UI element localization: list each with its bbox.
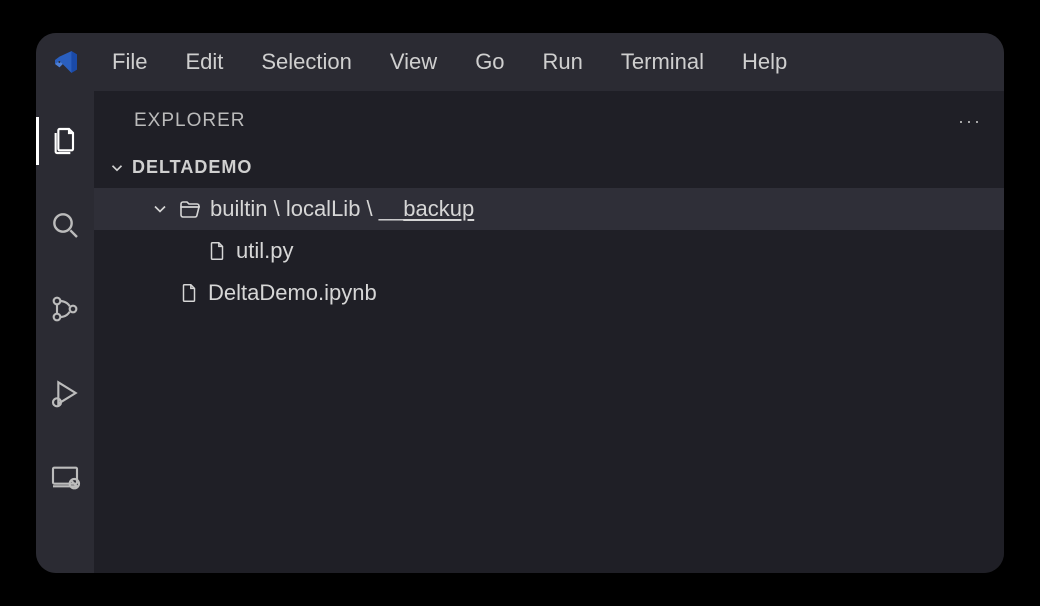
explorer-more-button[interactable]: ··· (958, 111, 982, 132)
menu-view[interactable]: View (374, 43, 453, 81)
menu-help[interactable]: Help (726, 43, 803, 81)
window-body: EXPLORER ··· DELTADEMO (36, 91, 1004, 573)
file-icon (178, 282, 200, 304)
activity-run-debug[interactable] (45, 373, 85, 413)
file-tree: builtin \ localLib \ __backup util.py (94, 184, 1004, 314)
tree-folder-backup[interactable]: builtin \ localLib \ __backup (94, 188, 1004, 230)
menu-edit[interactable]: Edit (169, 43, 239, 81)
path-seg-backup: backup (403, 196, 474, 221)
menu-bar: File Edit Selection View Go Run Terminal… (96, 43, 803, 81)
chevron-down-icon (108, 159, 126, 177)
activity-bar (36, 91, 94, 573)
path-sep: \ (267, 196, 285, 221)
run-debug-icon (49, 377, 81, 409)
file-name: DeltaDemo.ipynb (208, 280, 377, 306)
activity-source-control[interactable] (45, 289, 85, 329)
workspace-name: DELTADEMO (132, 157, 252, 178)
app-window: File Edit Selection View Go Run Terminal… (36, 33, 1004, 573)
explorer-header: EXPLORER ··· (94, 91, 1004, 151)
files-icon (49, 125, 81, 157)
explorer-sidebar: EXPLORER ··· DELTADEMO (94, 91, 1004, 573)
menu-selection[interactable]: Selection (245, 43, 368, 81)
activity-explorer[interactable] (45, 121, 85, 161)
tree-file-deltademo[interactable]: DeltaDemo.ipynb (94, 272, 1004, 314)
path-seg-backup-prefix: __ (379, 196, 403, 221)
menu-file[interactable]: File (96, 43, 163, 81)
folder-path: builtin \ localLib \ __backup (210, 196, 474, 222)
source-control-icon (49, 293, 81, 325)
search-icon (49, 209, 81, 241)
folder-open-icon (178, 197, 202, 221)
path-sep: \ (360, 196, 378, 221)
menu-terminal[interactable]: Terminal (605, 43, 720, 81)
file-name: util.py (236, 238, 293, 264)
path-seg-locallib: localLib (286, 196, 361, 221)
menu-go[interactable]: Go (459, 43, 520, 81)
tree-file-util[interactable]: util.py (94, 230, 1004, 272)
menu-run[interactable]: Run (527, 43, 599, 81)
activity-search[interactable] (45, 205, 85, 245)
app-logo (46, 49, 86, 75)
explorer-title: EXPLORER (134, 110, 245, 132)
chevron-down-icon (150, 199, 170, 219)
activity-remote[interactable] (45, 457, 85, 497)
workspace-header[interactable]: DELTADEMO (94, 151, 1004, 184)
vscode-logo-icon (53, 49, 79, 75)
file-icon (206, 240, 228, 262)
path-seg-builtin: builtin (210, 196, 267, 221)
remote-icon (49, 461, 81, 493)
titlebar: File Edit Selection View Go Run Terminal… (36, 33, 1004, 91)
